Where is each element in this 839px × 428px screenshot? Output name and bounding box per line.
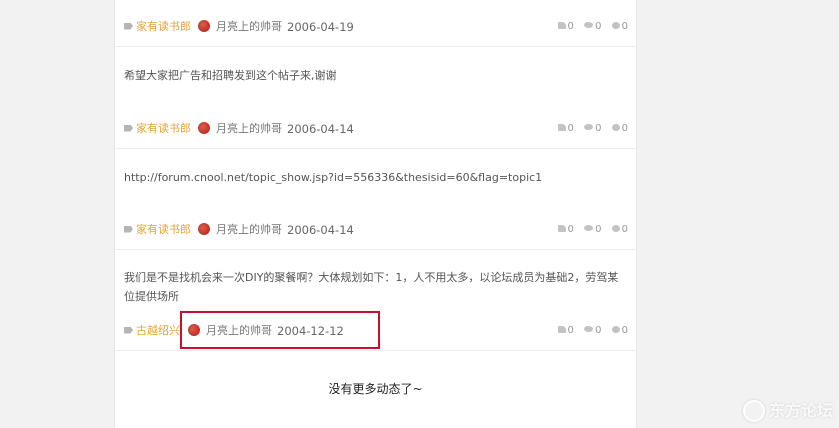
post-author[interactable]: 月亮上的帅哥 [198,220,282,240]
comment-count[interactable]: 0 [611,220,628,240]
divider [115,148,636,149]
thumbs-up-icon [557,123,566,131]
forum-watermark: 东方论坛 [742,397,833,422]
author-name[interactable]: 月亮上的帅哥 [216,20,282,33]
post-meta: 家有读书郎 月亮上的帅哥 2006-04-19 0 0 0 [115,17,636,37]
post-meta: 家有读书郎 月亮上的帅哥 2006-04-14 0 0 0 [115,220,636,240]
thumbs-up-icon [557,325,566,333]
watermark-text: 东方论坛 [768,400,833,420]
comment-count[interactable]: 0 [611,17,628,37]
view-value: 0 [595,123,602,134]
view-count: 0 [584,321,601,341]
post-date: 2006-04-14 [287,223,354,237]
tag-icon [124,124,133,132]
activity-feed: 家有读书郎 月亮上的帅哥 2006-04-19 0 0 0 希望大家把广告和招聘… [114,0,637,428]
avatar[interactable] [198,122,210,134]
author-name[interactable]: 月亮上的帅哥 [216,122,282,135]
view-value: 0 [595,21,602,32]
comment-icon [611,21,620,29]
view-value: 0 [595,325,602,336]
post-author[interactable]: 月亮上的帅哥 [198,119,282,139]
like-count[interactable]: 0 [557,321,574,341]
tag-icon [124,326,133,334]
divider [115,350,636,351]
comment-count[interactable]: 0 [611,321,628,341]
post-content[interactable]: 希望大家把广告和招聘发到这个帖子来,谢谢 [124,66,624,85]
like-value: 0 [567,325,574,336]
eye-icon [584,326,594,332]
post-stats: 0 0 0 [551,17,628,37]
view-count: 0 [584,119,601,139]
no-more-activity-text: 没有更多动态了~ [328,382,423,396]
post-stats: 0 0 0 [551,321,628,341]
avatar[interactable] [198,223,210,235]
post-tag-link[interactable]: 家有读书郎 [124,220,191,240]
divider [115,46,636,47]
view-count: 0 [584,220,601,240]
comment-value: 0 [621,21,628,32]
post-content[interactable]: 我们是不是找机会来一次DIY的聚餐啊？大体规划如下：1，人不用太多，以论坛成员为… [124,268,624,306]
post-meta: 家有读书郎 月亮上的帅哥 2006-04-14 0 0 0 [115,119,636,139]
divider [115,249,636,250]
like-value: 0 [567,21,574,32]
comment-count[interactable]: 0 [611,119,628,139]
post-tag-link[interactable]: 家有读书郎 [124,119,191,139]
avatar[interactable] [198,20,210,32]
like-count[interactable]: 0 [557,17,574,37]
post-stats: 0 0 0 [551,220,628,240]
post-content[interactable]: http://forum.cnool.net/topic_show.jsp?id… [124,168,624,187]
eye-icon [584,22,594,28]
post-author[interactable]: 月亮上的帅哥 [198,17,282,37]
author-name[interactable]: 月亮上的帅哥 [216,223,282,236]
comment-value: 0 [621,224,628,235]
post-date: 2006-04-19 [287,20,354,34]
tag-icon [124,22,133,30]
comment-value: 0 [621,325,628,336]
post-tag-label[interactable]: 家有读书郎 [136,20,191,33]
like-count[interactable]: 0 [557,220,574,240]
post-date: 2006-04-14 [287,122,354,136]
post-tag-label[interactable]: 古越绍兴 [136,324,180,337]
tag-icon [124,225,133,233]
post-stats: 0 0 0 [551,119,628,139]
forum-logo-icon [742,400,765,422]
view-count: 0 [584,17,601,37]
thumbs-up-icon [557,21,566,29]
comment-icon [611,224,620,232]
post-tag-label[interactable]: 家有读书郎 [136,223,191,236]
like-value: 0 [567,224,574,235]
view-value: 0 [595,224,602,235]
like-count[interactable]: 0 [557,119,574,139]
post-tag-link[interactable]: 家有读书郎 [124,17,191,37]
post-tag-link[interactable]: 古越绍兴 [124,321,180,341]
post-tag-label[interactable]: 家有读书郎 [136,122,191,135]
comment-icon [611,123,620,131]
highlight-box [180,311,380,349]
like-value: 0 [567,123,574,134]
comment-value: 0 [621,123,628,134]
eye-icon [584,225,594,231]
comment-icon [611,325,620,333]
eye-icon [584,124,594,130]
thumbs-up-icon [557,224,566,232]
